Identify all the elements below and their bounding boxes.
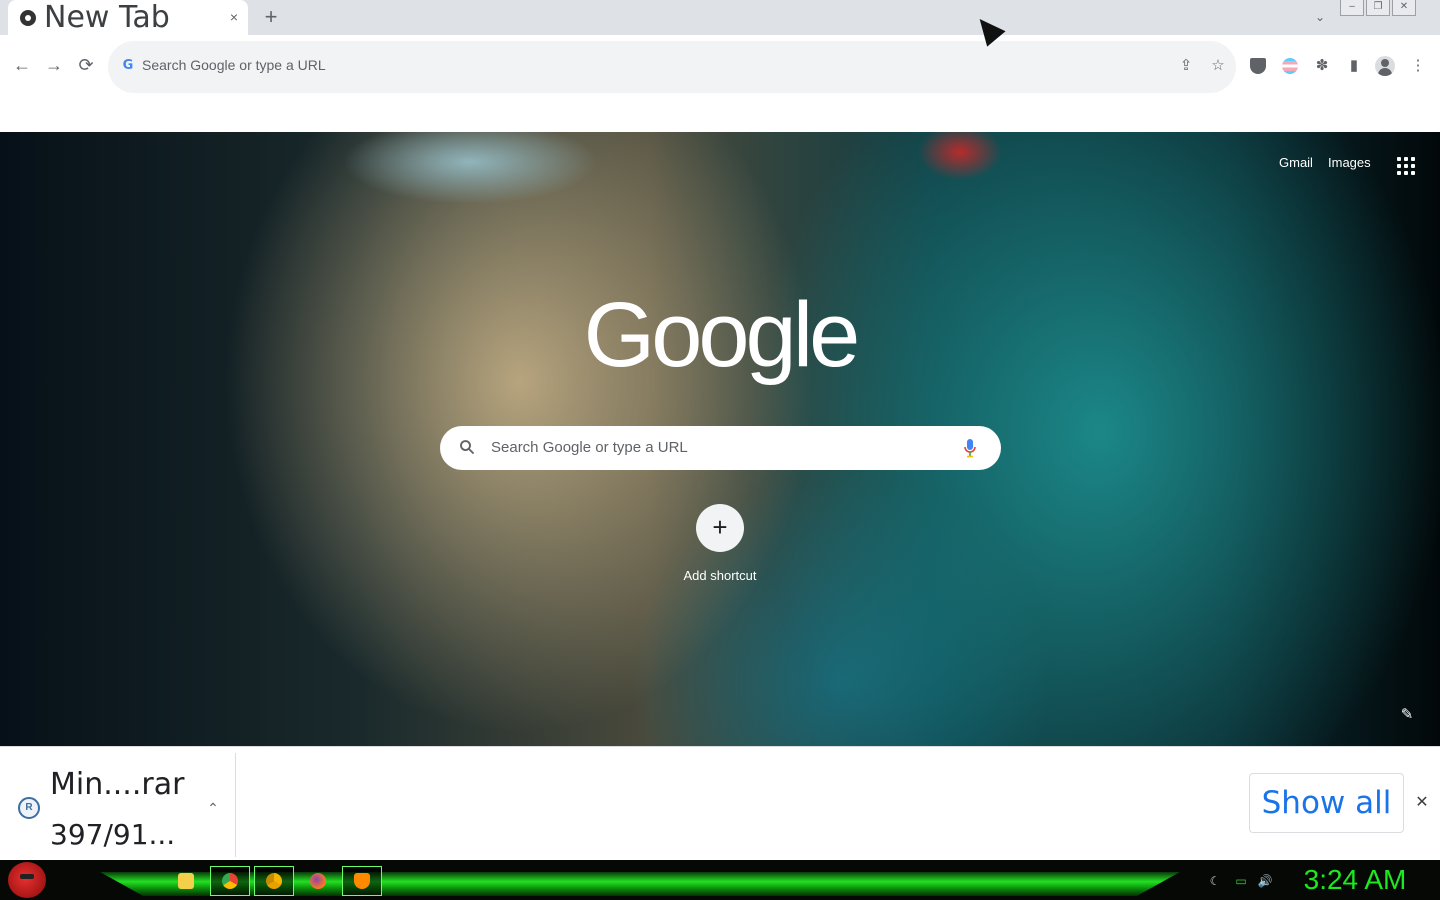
- microphone-icon[interactable]: [962, 438, 978, 458]
- close-shelf-icon[interactable]: ✕: [1412, 793, 1432, 813]
- vlc-icon[interactable]: [342, 866, 382, 896]
- add-shortcut-label: Add shortcut: [683, 568, 757, 583]
- rar-file-icon: R: [18, 797, 40, 819]
- tab-title: New Tab: [44, 0, 170, 35]
- close-window-button[interactable]: ✕: [1392, 0, 1416, 16]
- chrome-menu-icon[interactable]: ⋮: [1407, 55, 1429, 77]
- share-icon[interactable]: ⇪: [1175, 55, 1197, 77]
- chrome-canary-icon[interactable]: [254, 866, 294, 896]
- download-shelf: R Min....rar 397/91... ⌃ Show all ✕: [0, 746, 1440, 860]
- ntp-search-placeholder[interactable]: Search Google or type a URL: [491, 439, 688, 456]
- browser-toolbar: ← → ⟳ G Search Google or type a URL ⇪ ☆ …: [0, 35, 1440, 132]
- back-arrow-icon[interactable]: ←: [10, 53, 34, 77]
- download-filename: Min....rar: [50, 767, 185, 802]
- new-tab-button[interactable]: +: [258, 4, 284, 30]
- download-progress: 397/91...: [50, 818, 176, 851]
- customize-pencil-icon[interactable]: ✎: [1396, 704, 1418, 726]
- search-icon: [460, 440, 474, 454]
- tab-strip: New Tab × + ⌄ – ❐ ✕: [0, 0, 1440, 35]
- start-button-angry-bird-icon[interactable]: [8, 862, 46, 898]
- minimize-button[interactable]: –: [1340, 0, 1364, 16]
- show-all-button[interactable]: Show all: [1249, 773, 1404, 833]
- taskbar-clock[interactable]: 3:24 AM: [1290, 862, 1420, 898]
- add-shortcut-button[interactable]: + Add shortcut: [670, 504, 770, 594]
- ntp-search-box[interactable]: Search Google or type a URL: [440, 426, 1001, 470]
- chevron-up-icon[interactable]: ⌃: [204, 799, 222, 817]
- chrome-icon[interactable]: [210, 866, 250, 896]
- tab-new-tab[interactable]: New Tab ×: [8, 0, 248, 35]
- taskbar: ☾ ▭ 🔊 3:24 AM: [0, 860, 1440, 900]
- plus-icon: +: [696, 504, 744, 552]
- extension-flag-icon[interactable]: [1279, 55, 1301, 77]
- firefox-icon[interactable]: [298, 866, 338, 896]
- volume-icon[interactable]: 🔊: [1256, 872, 1274, 890]
- omnibox-placeholder[interactable]: Search Google or type a URL: [142, 57, 326, 73]
- new-tab-page: Gmail Images Google Search Google or typ…: [0, 132, 1440, 746]
- google-apps-icon[interactable]: [1394, 154, 1418, 178]
- forward-arrow-icon[interactable]: →: [42, 53, 66, 77]
- tab-search-icon[interactable]: ⌄: [1308, 6, 1332, 28]
- close-tab-icon[interactable]: ×: [224, 6, 244, 28]
- profile-avatar-icon[interactable]: [1374, 55, 1396, 77]
- google-g-icon: G: [122, 58, 134, 73]
- bookmark-star-icon[interactable]: ☆: [1207, 55, 1229, 77]
- window-controls: – ❐ ✕: [1340, 0, 1440, 18]
- gmail-link[interactable]: Gmail: [1279, 155, 1313, 170]
- download-item[interactable]: R Min....rar 397/91... ⌃: [0, 753, 236, 857]
- restore-button[interactable]: ❐: [1366, 0, 1390, 16]
- omnibox[interactable]: G Search Google or type a URL ⇪ ☆: [108, 41, 1236, 93]
- images-link[interactable]: Images: [1328, 155, 1371, 170]
- chrome-favicon-icon: [20, 10, 36, 26]
- file-explorer-icon[interactable]: [166, 866, 206, 896]
- network-icon[interactable]: ▭: [1232, 872, 1250, 890]
- reload-icon[interactable]: ⟳: [74, 53, 98, 77]
- moon-icon[interactable]: ☾: [1206, 872, 1224, 890]
- side-panel-icon[interactable]: ▮: [1343, 55, 1365, 77]
- ublock-shield-icon[interactable]: [1247, 55, 1269, 77]
- extensions-puzzle-icon[interactable]: ✽: [1311, 55, 1333, 77]
- google-logo: Google: [583, 284, 861, 386]
